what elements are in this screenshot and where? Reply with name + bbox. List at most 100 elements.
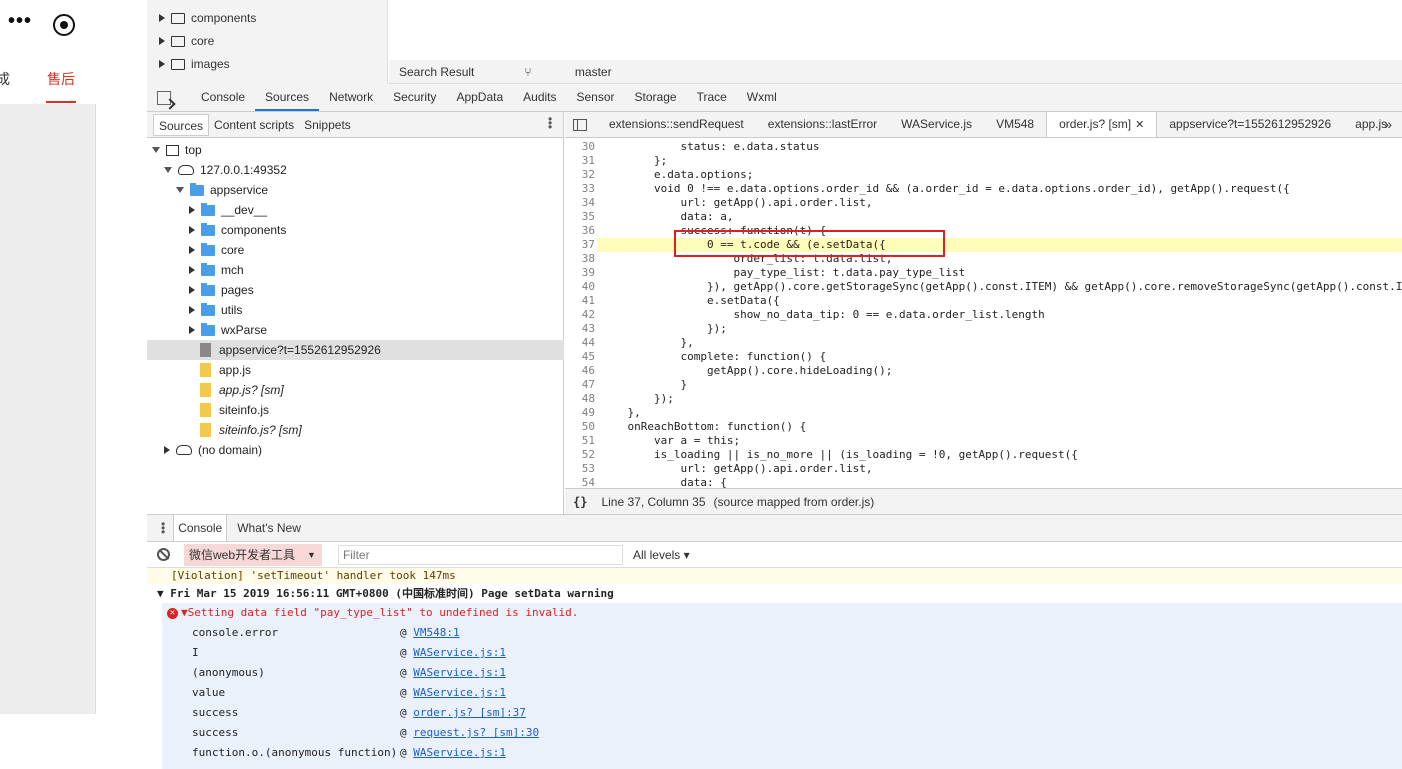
more-options-icon[interactable]: • • • [548,113,552,133]
line-number[interactable]: 33 [565,182,595,195]
dropdown-arrow-icon: ▼ [307,549,316,560]
log-group-header[interactable]: ▼ Fri Mar 15 2019 16:56:11 GMT+0800 (中国标… [147,585,1402,603]
tree-item-folder[interactable]: wxParse [147,320,564,340]
js-file-icon [200,403,211,417]
tree-item-file-selected[interactable]: appservice?t=1552612952926 [147,340,564,360]
tree-item-folder[interactable]: pages [147,280,564,300]
git-branch[interactable]: ⑂ master [514,65,641,79]
source-link[interactable]: WAService.js:1 [413,686,506,699]
drawer-menu-icon[interactable]: • • • [161,518,165,538]
line-number[interactable]: 43 [565,322,595,335]
line-number[interactable]: 50 [565,420,595,433]
line-number[interactable]: 47 [565,378,595,391]
code-editor[interactable]: 30 status: e.data.status 31 }; 32 e.data.o… [565,138,1402,488]
drawer-tab-whats-new[interactable]: What's New [233,515,305,541]
source-link[interactable]: VM548:1 [413,626,459,639]
stack-function: console.error [192,626,279,639]
tab-storage[interactable]: Storage [625,84,687,111]
line-number[interactable]: 37 [565,238,595,251]
folder-icon [201,202,215,216]
nav-tab-sources[interactable]: Sources [153,113,210,136]
tree-item-images[interactable]: images [159,54,230,74]
toggle-navigator-icon[interactable] [573,118,587,131]
line-number[interactable]: 31 [565,154,595,167]
tree-item-host[interactable]: 127.0.0.1:49352 [147,160,564,180]
log-levels-select[interactable]: All levels ▾ [633,548,690,562]
source-link[interactable]: WAService.js:1 [413,746,506,759]
line-number[interactable]: 52 [565,448,595,461]
line-number[interactable]: 34 [565,196,595,209]
editor-tab[interactable]: VM548 [984,112,1046,137]
editor-tab[interactable]: appservice?t=1552612952926 [1157,112,1343,137]
editor-tab[interactable]: extensions::lastError [756,112,889,137]
tab-wxml[interactable]: Wxml [737,84,787,111]
tree-item-appservice[interactable]: appservice [147,180,564,200]
tree-item-no-domain[interactable]: (no domain) [147,440,564,460]
tab-appdata[interactable]: AppData [446,84,513,111]
pretty-print-icon[interactable]: {} [573,495,587,509]
search-result-tab[interactable]: Search Result [399,65,474,79]
inspect-element-icon[interactable] [157,90,171,105]
clear-console-icon[interactable] [157,548,170,561]
tree-item-folder[interactable]: mch [147,260,564,280]
target-circle-icon[interactable] [53,14,75,36]
source-link[interactable]: request.js? [sm]:30 [413,726,539,739]
source-link[interactable]: order.js? [sm]:37 [413,706,526,719]
line-number[interactable]: 35 [565,210,595,223]
more-tabs-icon[interactable]: » [1384,116,1392,132]
simulator-tab-after-sales[interactable]: 售后 [47,69,75,89]
drawer-tab-console[interactable]: Console [173,515,228,541]
tree-item-folder[interactable]: core [147,240,564,260]
tree-item-top[interactable]: top [147,140,564,160]
tree-item-folder[interactable]: __dev__ [147,200,564,220]
log-group-body: ✕ ▼Setting data field "pay_type_list" to … [162,603,1402,769]
line-number[interactable]: 38 [565,252,595,265]
line-number[interactable]: 41 [565,294,595,307]
line-number[interactable]: 32 [565,168,595,181]
tab-trace[interactable]: Trace [687,84,737,111]
line-number[interactable]: 36 [565,224,595,237]
tab-audits[interactable]: Audits [513,84,566,111]
tab-sensor[interactable]: Sensor [567,84,625,111]
tree-item-core[interactable]: core [159,31,214,51]
more-menu-icon[interactable]: ••• [8,10,32,33]
tree-item-folder[interactable]: components [147,220,564,240]
tree-item-components[interactable]: components [159,8,256,28]
tab-security[interactable]: Security [383,84,446,111]
tab-network[interactable]: Network [319,84,383,111]
editor-tab[interactable]: extensions::sendRequest [597,112,756,137]
line-number[interactable]: 42 [565,308,595,321]
context-selector[interactable]: 微信web开发者工具 ▼ [184,543,322,566]
line-number[interactable]: 30 [565,140,595,153]
line-number[interactable]: 46 [565,364,595,377]
filter-input[interactable] [337,544,623,565]
source-link[interactable]: WAService.js:1 [413,666,506,679]
tree-item-folder[interactable]: utils [147,300,564,320]
close-icon[interactable]: ✕ [1135,119,1144,131]
at-sign: @ [400,726,414,739]
code-line: url: getApp().api.order.list, [601,462,873,475]
line-number[interactable]: 45 [565,350,595,363]
line-number[interactable]: 48 [565,392,595,405]
nav-tab-snippets[interactable]: Snippets [299,114,356,136]
simulator-tab-partial[interactable]: 成 [0,69,10,89]
line-number[interactable]: 49 [565,406,595,419]
tree-item-file[interactable]: siteinfo.js? [sm] [147,420,564,440]
editor-tab[interactable]: WAService.js [889,112,984,137]
error-message[interactable]: ✕ ▼Setting data field "pay_type_list" to … [162,603,1402,623]
tree-item-file[interactable]: siteinfo.js [147,400,564,420]
nav-tab-content-scripts[interactable]: Content scripts [209,114,299,136]
line-number[interactable]: 39 [565,266,595,279]
source-link[interactable]: WAService.js:1 [413,646,506,659]
line-number[interactable]: 54 [565,476,595,488]
editor-tab-active[interactable]: order.js? [sm] ✕ [1046,112,1158,137]
line-number[interactable]: 40 [565,280,595,293]
tree-item-file[interactable]: app.js? [sm] [147,380,564,400]
line-number[interactable]: 51 [565,434,595,447]
tab-console[interactable]: Console [191,84,255,111]
tree-item-file[interactable]: app.js [147,360,564,380]
line-number[interactable]: 53 [565,462,595,475]
folder-icon [201,322,215,336]
tab-sources[interactable]: Sources [255,84,320,111]
line-number[interactable]: 44 [565,336,595,349]
